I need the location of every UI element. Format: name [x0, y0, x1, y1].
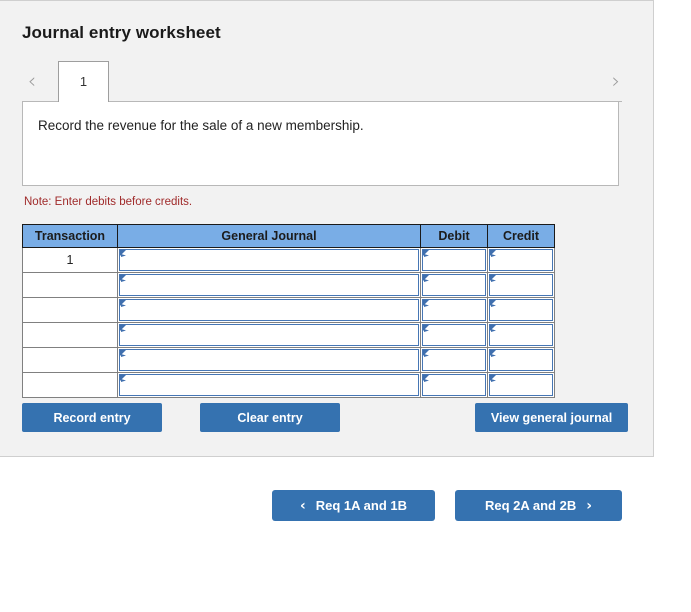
- req-1a-1b-label: Req 1A and 1B: [315, 498, 408, 513]
- debit-cell: [420, 322, 488, 348]
- table-row: [22, 372, 555, 398]
- prompt-text: Record the revenue for the sale of a new…: [38, 118, 364, 133]
- transaction-number-cell: [22, 347, 118, 373]
- debit-input[interactable]: [422, 374, 486, 396]
- table-row: [22, 347, 555, 373]
- general-journal-input[interactable]: [119, 349, 419, 371]
- general-journal-input[interactable]: [119, 324, 419, 346]
- record-entry-button[interactable]: Record entry: [22, 403, 162, 432]
- transaction-number-cell: [22, 322, 118, 348]
- table-header-row: Transaction General Journal Debit Credit: [22, 224, 555, 248]
- worksheet-tab-strip: ‹ 1 ›: [0, 61, 654, 102]
- column-header-debit: Debit: [420, 224, 488, 248]
- table-row: 1: [22, 247, 555, 273]
- transaction-number-cell: [22, 297, 118, 323]
- debit-cell: [420, 272, 488, 298]
- credit-input[interactable]: [489, 324, 553, 346]
- credit-input[interactable]: [489, 299, 553, 321]
- table-row: [22, 297, 555, 323]
- debit-input[interactable]: [422, 249, 486, 271]
- prompt-box: Record the revenue for the sale of a new…: [22, 101, 619, 186]
- req-1a-1b-nav-button[interactable]: ‹ Req 1A and 1B: [272, 490, 435, 521]
- credit-cell: [487, 347, 555, 373]
- credit-input[interactable]: [489, 349, 553, 371]
- column-header-credit: Credit: [487, 224, 555, 248]
- general-journal-cell: [117, 322, 421, 348]
- credit-input[interactable]: [489, 249, 553, 271]
- table-row: [22, 272, 555, 298]
- general-journal-cell: [117, 372, 421, 398]
- transaction-number-cell: 1: [22, 247, 118, 273]
- req-2a-2b-nav-button[interactable]: Req 2A and 2B ›: [455, 490, 622, 521]
- journal-entry-panel: Journal entry worksheet ‹ 1 › Record the…: [0, 0, 654, 457]
- transaction-number-cell: [22, 272, 118, 298]
- general-journal-input[interactable]: [119, 249, 419, 271]
- debits-before-credits-note: Note: Enter debits before credits.: [24, 196, 193, 208]
- credit-cell: [487, 372, 555, 398]
- chevron-left-icon: ‹: [299, 497, 306, 514]
- debit-input[interactable]: [422, 324, 486, 346]
- journal-entry-table: Transaction General Journal Debit Credit…: [22, 224, 555, 398]
- general-journal-cell: [117, 347, 421, 373]
- credit-cell: [487, 272, 555, 298]
- general-journal-cell: [117, 297, 421, 323]
- chevron-right-icon[interactable]: ›: [602, 66, 630, 96]
- general-journal-cell: [117, 247, 421, 273]
- debit-cell: [420, 372, 488, 398]
- debit-input[interactable]: [422, 349, 486, 371]
- general-journal-input[interactable]: [119, 299, 419, 321]
- column-header-transaction: Transaction: [22, 224, 118, 248]
- credit-cell: [487, 322, 555, 348]
- debit-input[interactable]: [422, 299, 486, 321]
- worksheet-tab-1[interactable]: 1: [58, 61, 109, 102]
- clear-entry-button[interactable]: Clear entry: [200, 403, 340, 432]
- chevron-right-icon: ›: [586, 497, 593, 514]
- column-header-general-journal: General Journal: [117, 224, 421, 248]
- debit-cell: [420, 347, 488, 373]
- credit-cell: [487, 297, 555, 323]
- general-journal-cell: [117, 272, 421, 298]
- req-2a-2b-label: Req 2A and 2B: [484, 498, 577, 513]
- chevron-left-icon[interactable]: ‹: [18, 66, 46, 96]
- credit-cell: [487, 247, 555, 273]
- credit-input[interactable]: [489, 374, 553, 396]
- debit-cell: [420, 247, 488, 273]
- credit-input[interactable]: [489, 274, 553, 296]
- general-journal-input[interactable]: [119, 374, 419, 396]
- table-row: [22, 322, 555, 348]
- transaction-number-cell: [22, 372, 118, 398]
- debit-cell: [420, 297, 488, 323]
- view-general-journal-button[interactable]: View general journal: [475, 403, 628, 432]
- debit-input[interactable]: [422, 274, 486, 296]
- general-journal-input[interactable]: [119, 274, 419, 296]
- page-title: Journal entry worksheet: [22, 23, 221, 42]
